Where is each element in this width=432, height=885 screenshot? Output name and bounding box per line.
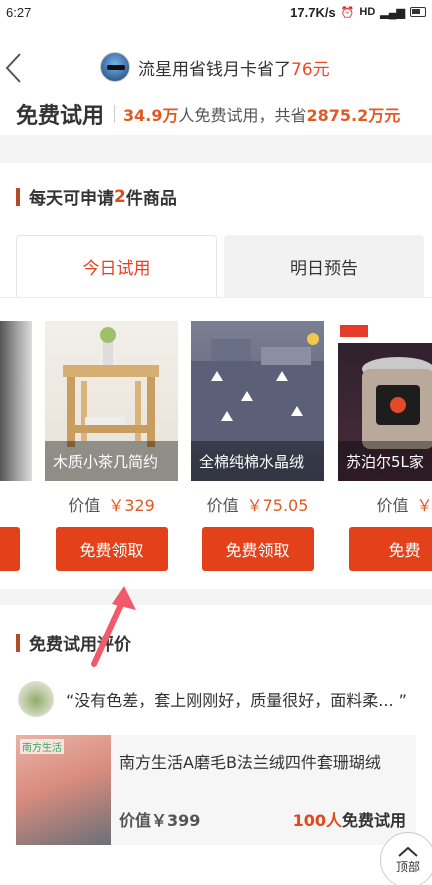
trial-text: 免费试用 — [341, 811, 406, 830]
product-name: 全棉纯棉水晶绒 — [191, 441, 324, 481]
tab-bar: 今日试用 明日预告 — [16, 235, 432, 297]
product-price: 价值 ￥ — [338, 481, 432, 527]
reviewed-product-title: 南方生活A磨毛B法兰绒四件套珊瑚绒 — [119, 753, 381, 772]
product-price: 价值 ￥75.05 — [191, 481, 324, 527]
user-avatar — [100, 52, 130, 82]
review-quote[interactable]: “没有色差，套上刚刚好，质量很好，面料柔... ” — [18, 677, 428, 721]
price-label: 价值 — [376, 496, 409, 515]
trial-summary: 免费试用 34.9万人免费试用，共省2875.2万元 — [0, 96, 432, 132]
claim-button[interactable]: 免费领取 — [55, 527, 168, 571]
reviewer-avatar — [18, 681, 54, 717]
price-value: ￥ — [416, 496, 432, 515]
review-section-title: 免费试用评价 — [16, 630, 131, 655]
product-carousel[interactable]: 木质小茶几简约 价值 ￥329 免费领取 全棉纯棉水晶绒 价值 ￥75.05 免… — [0, 297, 432, 587]
review-title-text: 免费试用评价 — [29, 635, 131, 655]
price-label: 价值 — [68, 496, 101, 515]
status-icons: 17.7K/s ⏰ HD ▂▄▆ — [290, 5, 426, 20]
product-card[interactable]: 全棉纯棉水晶绒 价值 ￥75.05 免费领取 — [191, 321, 324, 571]
back-to-top-label: 顶部 — [395, 859, 420, 874]
product-image[interactable]: 全棉纯棉水晶绒 — [191, 321, 324, 481]
product-price: 价值 ￥329 — [45, 481, 178, 527]
signal-icon: ▂▄▆ — [380, 6, 405, 19]
tab-today[interactable]: 今日试用 — [16, 235, 217, 297]
title-bar — [16, 633, 20, 652]
product-image[interactable]: 木质小茶几简约 — [45, 321, 178, 481]
previous-card-button[interactable] — [0, 527, 20, 571]
summary-label: 免费试用 — [16, 104, 105, 129]
price-value: ￥75.05 — [246, 496, 309, 515]
daily-title-suffix: 件商品 — [125, 189, 177, 209]
header-center: 流星用省钱月卡省了76元 — [100, 52, 330, 82]
back-to-top-button[interactable]: 顶部 — [380, 832, 432, 885]
summary-users: 34.9万 — [123, 106, 179, 125]
header-title: 流星用省钱月卡省了76元 — [138, 55, 330, 80]
product-card[interactable]: 苏泊尔5L家 价值 ￥ 免费 — [338, 321, 432, 571]
reviewed-product-card[interactable]: 南方生活 南方生活A磨毛B法兰绒四件套珊瑚绒 价值￥399 100人免费试用 — [16, 735, 416, 845]
summary-text: 34.9万人免费试用，共省2875.2万元 — [123, 102, 400, 126]
network-speed: 17.7K/s — [290, 4, 336, 20]
summary-saved: 2875.2万元 — [306, 106, 401, 125]
daily-title-prefix: 每天可申请 — [29, 189, 114, 209]
summary-divider — [114, 105, 116, 123]
price-label: 价值 — [206, 496, 239, 515]
alarm-icon: ⏰ — [340, 6, 355, 19]
reviewed-product-price: 价值￥399 — [119, 811, 201, 830]
previous-card-image[interactable] — [0, 321, 32, 481]
claim-button[interactable]: 免费 — [348, 527, 432, 571]
chevron-up-icon — [398, 846, 418, 857]
reviewed-product-image: 南方生活 — [16, 735, 111, 845]
daily-count: 2 — [114, 186, 126, 207]
reviewed-product-brand: 南方生活 — [20, 739, 64, 754]
header-title-text: 流星用省钱月卡省了 — [138, 59, 291, 80]
product-card[interactable]: 木质小茶几简约 价值 ￥329 免费领取 — [45, 321, 178, 571]
price-value: ￥329 — [108, 496, 155, 515]
daily-section-title: 每天可申请 2 件商品 — [16, 184, 177, 209]
back-icon[interactable] — [2, 48, 28, 88]
page: 6:27 17.7K/s ⏰ HD ▂▄▆ 流星用省钱月卡省了76元 免费试用 … — [0, 0, 432, 885]
tab-tomorrow[interactable]: 明日预告 — [224, 235, 424, 297]
review-text: “没有色差，套上刚刚好，质量很好，面料柔... ” — [66, 691, 407, 710]
status-time: 6:27 — [6, 4, 32, 20]
trial-count: 100人 — [292, 811, 342, 830]
product-image[interactable]: 苏泊尔5L家 — [338, 321, 432, 481]
header-saved-amount: 76元 — [291, 59, 330, 80]
reviewed-product-trial: 100人免费试用 — [293, 807, 406, 831]
product-name: 苏泊尔5L家 — [338, 441, 432, 481]
product-name: 木质小茶几简约 — [45, 441, 178, 481]
summary-mid: 人免费试用，共省 — [178, 106, 307, 125]
section-divider — [0, 589, 432, 605]
reviewed-product-info: 南方生活A磨毛B法兰绒四件套珊瑚绒 价值￥399 100人免费试用 — [111, 735, 416, 845]
battery-icon — [410, 7, 426, 17]
claim-button[interactable]: 免费领取 — [201, 527, 314, 571]
title-bar — [16, 187, 20, 206]
hd-icon: HD — [359, 6, 376, 18]
status-bar: 6:27 17.7K/s ⏰ HD ▂▄▆ — [0, 0, 432, 24]
section-divider — [0, 135, 432, 163]
